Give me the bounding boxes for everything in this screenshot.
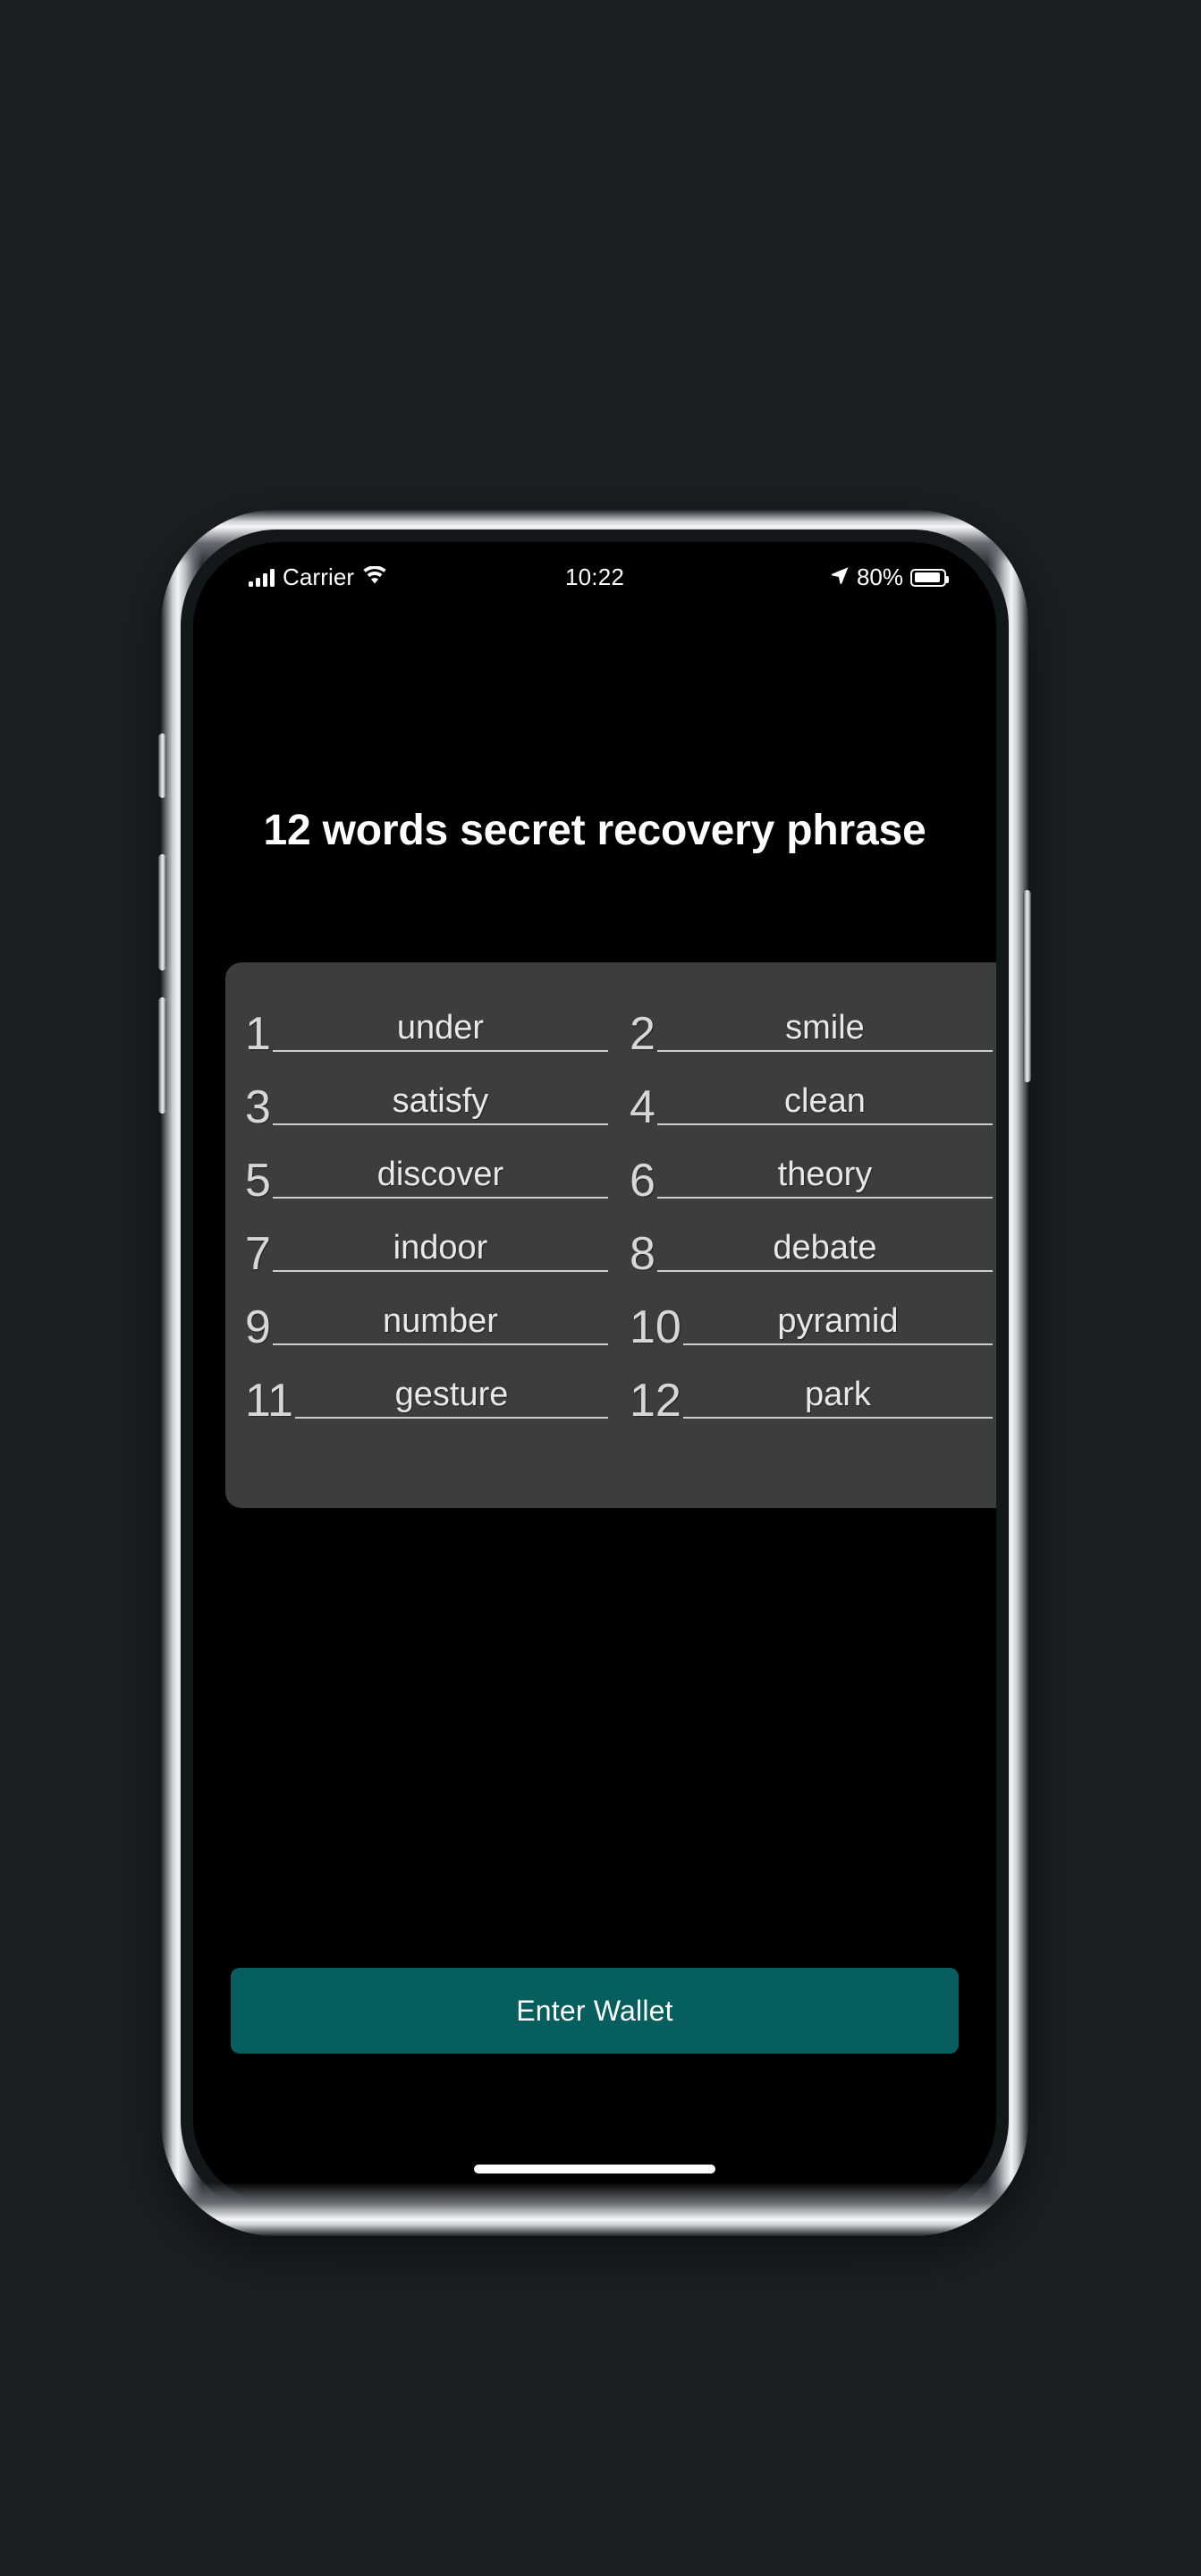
recovery-word-cell: 4 clean [630,1059,993,1131]
recovery-word-index: 9 [245,1301,271,1353]
recovery-word-text: debate [773,1229,877,1267]
recovery-word-text: smile [785,1009,865,1047]
recovery-word-cell: 10 pyramid [630,1279,993,1351]
status-bar: Carrier 10:22 80% [193,542,996,624]
recovery-word-slot: number [272,1302,608,1345]
recovery-word-text: discover [376,1156,504,1194]
recovery-word-index: 4 [630,1081,655,1133]
recovery-word-slot: clean [656,1082,993,1125]
recovery-word-text: clean [784,1082,866,1121]
recovery-word-cell: 11 gesture [245,1352,608,1424]
recovery-word-cell: 5 discover [245,1132,608,1204]
recovery-word-index: 2 [630,1008,655,1060]
recovery-word-index: 8 [630,1228,655,1280]
recovery-word-cell: 6 theory [630,1132,993,1204]
recovery-word-index: 11 [245,1375,293,1427]
recovery-word-slot: smile [656,1009,993,1052]
recovery-word-text: under [396,1009,485,1047]
recovery-word-index: 10 [630,1301,681,1353]
recovery-word-slot: discover [272,1156,608,1199]
battery-percent-label: 80% [856,564,903,590]
recovery-word-index: 6 [630,1155,655,1207]
recovery-word-slot: gesture [294,1376,608,1419]
silent-switch[interactable] [158,733,166,798]
recovery-word-text: theory [777,1156,873,1194]
recovery-word-index: 5 [245,1155,271,1207]
recovery-word-text: number [383,1302,498,1341]
location-arrow-icon [830,565,850,589]
recovery-word-index: 3 [245,1081,271,1133]
recovery-phrase-card: 1 under 2 smile 3 satisfy 4 clean 5 discover 6 theo… [225,962,996,1508]
status-bar-right: 80% [830,564,949,591]
recovery-word-index: 12 [630,1375,681,1427]
recovery-word-index: 7 [245,1228,271,1280]
battery-icon [910,568,949,587]
page-title: 12 words secret recovery phrase [263,807,926,854]
volume-down-button[interactable] [158,997,166,1114]
recovery-word-text: indoor [393,1229,488,1267]
recovery-word-slot: satisfy [272,1082,608,1125]
recovery-word-index: 1 [245,1008,271,1060]
recovery-word-cell: 1 under [245,986,608,1057]
recovery-word-cell: 9 number [245,1279,608,1351]
recovery-word-cell: 2 smile [630,986,993,1057]
recovery-word-text: park [804,1376,871,1414]
home-indicator[interactable] [474,2165,715,2174]
recovery-word-text: satisfy [392,1082,489,1121]
recovery-word-slot: park [682,1376,993,1419]
recovery-word-slot: debate [656,1229,993,1272]
recovery-word-cell: 3 satisfy [245,1059,608,1131]
recovery-word-text: pyramid [777,1302,899,1341]
power-button[interactable] [1023,890,1031,1082]
recovery-word-slot: under [272,1009,608,1052]
enter-wallet-button[interactable]: Enter Wallet [231,1968,959,2054]
recovery-word-slot: theory [656,1156,993,1199]
phone-screen: Carrier 10:22 80% 12 words secret recove… [193,542,996,2204]
recovery-word-cell: 12 park [630,1352,993,1424]
recovery-word-slot: pyramid [682,1302,993,1345]
recovery-word-cell: 7 indoor [245,1206,608,1277]
phone-device: Carrier 10:22 80% 12 words secret recove… [158,510,1031,2236]
volume-up-button[interactable] [158,854,166,970]
recovery-phrase-grid: 1 under 2 smile 3 satisfy 4 clean 5 discover 6 theo… [245,986,993,1424]
recovery-word-text: gesture [394,1376,509,1414]
recovery-word-cell: 8 debate [630,1206,993,1277]
recovery-word-slot: indoor [272,1229,608,1272]
